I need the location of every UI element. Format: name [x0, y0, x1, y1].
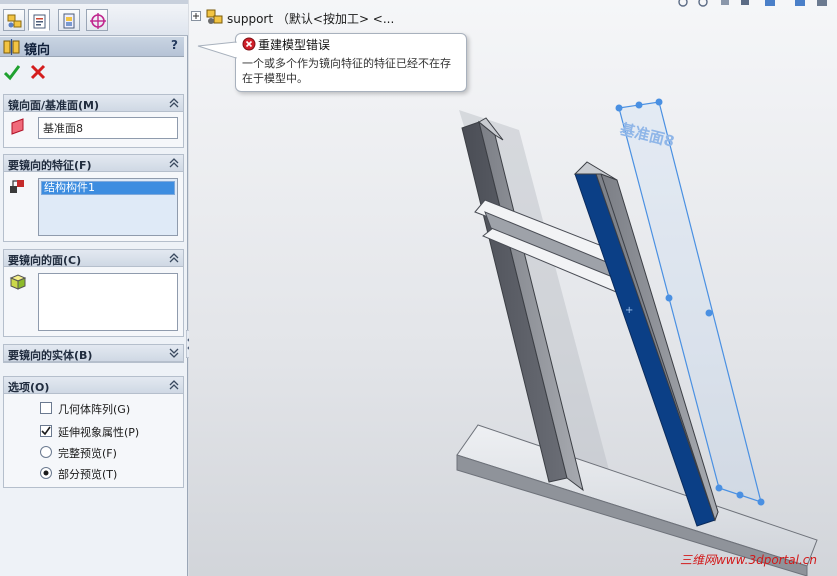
propagate-visual-label: 延伸视象属性(P) — [58, 426, 140, 439]
partial-preview-label: 部分预览(T) — [58, 468, 118, 481]
group-faces-to-mirror: 要镜向的面(C) — [3, 249, 184, 337]
group-bodies-header[interactable]: 要镜向的实体(B) — [4, 345, 183, 362]
face-cube-icon — [9, 274, 27, 290]
collapse-chevron-icon — [169, 380, 179, 390]
group-mirror-plane-title: 镜向面/基准面(M) — [8, 99, 100, 112]
group-mirror-plane: 镜向面/基准面(M) 基准面8 — [3, 94, 184, 148]
radio-button-selected — [40, 467, 52, 479]
checkmark-icon — [3, 65, 21, 81]
property-manager-title: 镜向 — [24, 43, 51, 58]
part-icon — [206, 9, 223, 24]
graphics-viewport[interactable]: + 基准面8 support （默认<按加工> <... 重建模型错误 一个或多… — [189, 0, 837, 576]
mirror-feature-icon — [3, 39, 20, 58]
ok-button[interactable] — [3, 63, 21, 81]
checkbox-box — [40, 402, 52, 414]
features-list-box[interactable]: 结构构件1 — [38, 178, 178, 236]
view-toolbar-icons — [678, 0, 827, 7]
group-faces-header[interactable]: 要镜向的面(C) — [4, 250, 183, 267]
group-options-header[interactable]: 选项(O) — [4, 377, 183, 394]
crosshair-target-icon — [90, 13, 106, 29]
tab-property-manager[interactable] — [28, 9, 50, 31]
view-toolbar — [677, 0, 837, 10]
faces-list-box[interactable] — [38, 273, 178, 331]
configuration-icon — [63, 13, 75, 29]
group-bodies-title: 要镜向的实体(B) — [8, 349, 93, 362]
error-icon — [242, 37, 256, 51]
panel-tab-bar — [0, 0, 188, 36]
radio-dot-icon — [43, 470, 49, 476]
collapse-chevron-icon — [169, 98, 179, 108]
svg-text:+: + — [625, 305, 633, 316]
cancel-button[interactable] — [30, 63, 46, 81]
full-preview-label: 完整预览(F) — [58, 447, 117, 460]
collapse-chevron-icon — [169, 158, 179, 168]
group-faces-title: 要镜向的面(C) — [8, 254, 82, 267]
part-name: support （默认<按加工> <... — [227, 12, 395, 26]
watermark: 三维网www.3dportal.cn — [679, 553, 817, 567]
rebuild-error-callout: 重建模型错误 一个或多个作为镜向特征的特征已经不在存在于模型中。 — [235, 33, 467, 92]
feature-tree-icon — [7, 14, 22, 28]
callout-title: 重建模型错误 — [258, 38, 331, 52]
help-button[interactable]: ? — [171, 38, 178, 52]
group-mirror-plane-header[interactable]: 镜向面/基准面(M) — [4, 95, 183, 112]
radio-button — [40, 446, 52, 458]
checkbox-box-checked — [40, 425, 52, 437]
property-sheet-icon — [33, 14, 46, 29]
group-options: 选项(O) 几何体阵列(G) 延伸视象属性(P) 完整预览(F) 部分预览(T) — [3, 376, 184, 488]
feature-list-item[interactable]: 结构构件1 — [41, 181, 175, 195]
group-features-to-mirror: 要镜向的特征(F) 结构构件1 — [3, 154, 184, 242]
callout-pointer — [197, 41, 237, 59]
group-features-title: 要镜向的特征(F) — [8, 159, 92, 172]
tab-feature-manager[interactable] — [3, 9, 25, 31]
tab-dimxpert-manager[interactable] — [86, 9, 108, 31]
group-bodies-to-mirror: 要镜向的实体(B) — [3, 344, 184, 363]
collapse-chevron-icon — [169, 253, 179, 263]
group-features-header[interactable]: 要镜向的特征(F) — [4, 155, 183, 172]
property-manager-header: 镜向 ? — [0, 37, 184, 58]
expand-plus-icon[interactable] — [191, 11, 201, 21]
mirror-plane-value: 基准面8 — [43, 122, 83, 135]
check-icon — [41, 426, 51, 436]
property-manager-panel: 镜向 ? 镜向面/基准面(M) 基准面8 要镜向的特征(F) 结构构件1 要镜向… — [0, 0, 195, 576]
plane-icon — [11, 118, 24, 135]
close-icon — [30, 64, 46, 80]
callout-message: 一个或多个作为镜向特征的特征已经不在存在于模型中。 — [242, 57, 451, 85]
features-icon — [10, 180, 24, 193]
mirror-plane-selection-box[interactable]: 基准面8 — [38, 117, 178, 139]
group-options-title: 选项(O) — [8, 381, 50, 394]
tab-configuration-manager[interactable] — [58, 9, 80, 31]
tab-bar-edge — [0, 0, 188, 4]
expand-chevron-icon — [169, 348, 179, 358]
geometry-pattern-label: 几何体阵列(G) — [58, 403, 131, 416]
